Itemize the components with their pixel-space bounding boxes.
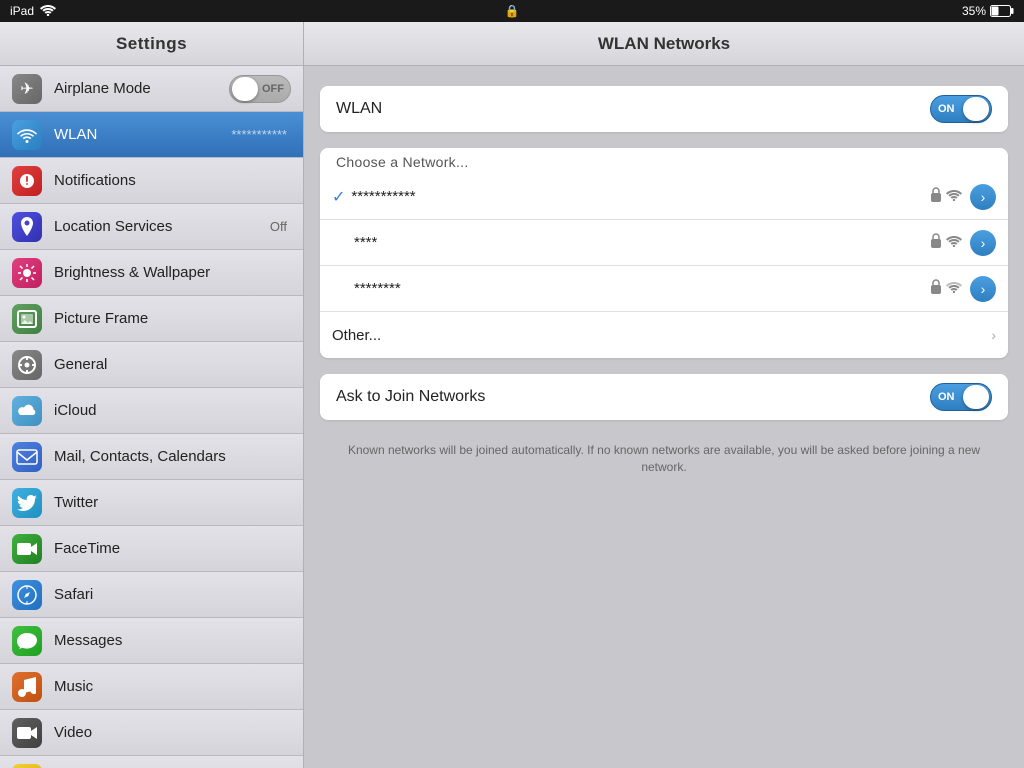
twitter-label: Twitter — [54, 494, 291, 511]
other-chevron-icon: › — [991, 327, 996, 343]
sidebar-item-airplane[interactable]: ✈ Airplane Mode — [0, 66, 303, 112]
networks-card: Choose a Network... ✓ *********** — [320, 148, 1008, 358]
facetime-icon — [12, 534, 42, 564]
icloud-icon — [12, 396, 42, 426]
sidebar-item-music[interactable]: Music — [0, 664, 303, 710]
network-row-3[interactable]: ******** — [320, 266, 1008, 312]
sidebar-item-twitter[interactable]: Twitter — [0, 480, 303, 526]
sidebar-item-safari[interactable]: Safari — [0, 572, 303, 618]
lock-icon-2 — [930, 233, 942, 253]
sidebar-item-icloud[interactable]: iCloud — [0, 388, 303, 434]
info-text: Known networks will be joined automatica… — [320, 436, 1008, 488]
icloud-label: iCloud — [54, 402, 291, 419]
status-wifi-icon — [40, 4, 56, 19]
network-icons-1 — [930, 187, 962, 207]
general-label: General — [54, 356, 291, 373]
status-bar: iPad 🔒 35% — [0, 0, 1024, 22]
wlan-label: WLAN — [54, 126, 231, 143]
mail-label: Mail, Contacts, Calendars — [54, 448, 291, 465]
airplane-toggle[interactable] — [229, 75, 291, 103]
wlan-card-label: WLAN — [336, 100, 930, 118]
airplane-icon: ✈ — [12, 74, 42, 104]
wlan-icon — [12, 120, 42, 150]
network-icons-2 — [930, 233, 962, 253]
sidebar-item-general[interactable]: General — [0, 342, 303, 388]
network-row-1[interactable]: ✓ *********** — [320, 174, 1008, 220]
device-name: iPad — [10, 4, 34, 18]
network-detail-btn-2[interactable]: › — [970, 230, 996, 256]
notifications-label: Notifications — [54, 172, 291, 189]
music-label: Music — [54, 678, 291, 695]
network-name-3: ******** — [332, 280, 930, 297]
notifications-icon — [12, 166, 42, 196]
pictureframe-icon — [12, 304, 42, 334]
safari-icon — [12, 580, 42, 610]
right-panel: WLAN Networks WLAN Choose a Network... ✓… — [304, 22, 1024, 768]
mail-icon — [12, 442, 42, 472]
right-panel-title: WLAN Networks — [304, 22, 1024, 66]
sidebar-item-notifications[interactable]: Notifications — [0, 158, 303, 204]
wlan-value: *********** — [231, 127, 287, 142]
video-label: Video — [54, 724, 291, 741]
ask-join-toggle[interactable] — [930, 383, 992, 411]
network-name-1: *********** — [351, 188, 930, 205]
sidebar-item-photos[interactable]: Photos — [0, 756, 303, 768]
sidebar-item-pictureframe[interactable]: Picture Frame — [0, 296, 303, 342]
sidebar-item-location[interactable]: Location Services Off — [0, 204, 303, 250]
sidebar-item-messages[interactable]: Messages — [0, 618, 303, 664]
choose-network-title: Choose a Network... — [320, 148, 1008, 174]
twitter-icon — [12, 488, 42, 518]
sidebar: Settings ✈ Airplane Mode WLAN **********… — [0, 22, 304, 768]
lock-icon-1 — [930, 187, 942, 207]
status-right: 35% — [962, 4, 1014, 18]
other-label: Other... — [332, 327, 991, 344]
battery-percent: 35% — [962, 4, 986, 18]
messages-label: Messages — [54, 632, 291, 649]
facetime-label: FaceTime — [54, 540, 291, 557]
wlan-toggle-card: WLAN — [320, 86, 1008, 132]
brightness-icon — [12, 258, 42, 288]
messages-icon — [12, 626, 42, 656]
network-detail-btn-1[interactable]: › — [970, 184, 996, 210]
sidebar-title: Settings — [0, 22, 303, 66]
ask-join-card: Ask to Join Networks — [320, 374, 1008, 420]
sidebar-item-facetime[interactable]: FaceTime — [0, 526, 303, 572]
sidebar-item-wlan[interactable]: WLAN *********** — [0, 112, 303, 158]
sidebar-item-mail[interactable]: Mail, Contacts, Calendars — [0, 434, 303, 480]
network-name-2: **** — [332, 234, 930, 251]
main-container: Settings ✈ Airplane Mode WLAN **********… — [0, 22, 1024, 768]
network-icons-3 — [930, 279, 962, 299]
network-detail-btn-3[interactable]: › — [970, 276, 996, 302]
sidebar-item-brightness[interactable]: Brightness & Wallpaper — [0, 250, 303, 296]
video-icon — [12, 718, 42, 748]
wifi-icon-2 — [946, 234, 962, 252]
sidebar-item-video[interactable]: Video — [0, 710, 303, 756]
music-icon — [12, 672, 42, 702]
right-content: WLAN Choose a Network... ✓ *********** — [304, 66, 1024, 508]
location-label: Location Services — [54, 218, 270, 235]
wifi-icon-3 — [946, 280, 962, 298]
status-lock-icon: 🔒 — [505, 4, 520, 18]
wlan-toggle[interactable] — [930, 95, 992, 123]
wifi-icon-1 — [946, 188, 962, 206]
ask-join-label: Ask to Join Networks — [336, 388, 930, 406]
connected-checkmark: ✓ — [332, 187, 345, 207]
brightness-label: Brightness & Wallpaper — [54, 264, 291, 281]
general-icon — [12, 350, 42, 380]
safari-label: Safari — [54, 586, 291, 603]
status-left: iPad — [10, 4, 56, 19]
wlan-row: WLAN — [320, 86, 1008, 132]
location-value: Off — [270, 219, 287, 234]
airplane-label: Airplane Mode — [54, 80, 229, 97]
ask-join-row: Ask to Join Networks — [320, 374, 1008, 420]
other-row[interactable]: Other... › — [320, 312, 1008, 358]
network-row-2[interactable]: **** — [320, 220, 1008, 266]
photos-icon — [12, 764, 42, 768]
location-icon — [12, 212, 42, 242]
pictureframe-label: Picture Frame — [54, 310, 291, 327]
lock-icon-3 — [930, 279, 942, 299]
